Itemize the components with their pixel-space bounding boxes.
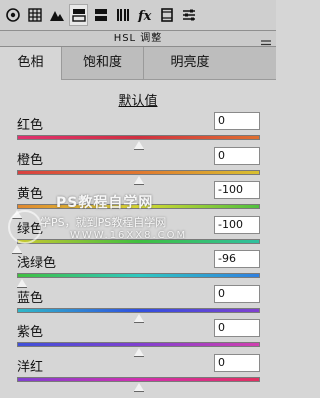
default-label[interactable]: 默认值 (118, 94, 157, 109)
hsl-tabs: 色相 饱和度 明亮度 (0, 47, 276, 80)
slider-label: 洋红 (17, 359, 44, 375)
slider-label: 黄色 (17, 187, 44, 202)
hsl-slider-row: 黄色 -100 (0, 181, 276, 219)
slider-value-field[interactable]: 0 (214, 146, 260, 165)
split-toning-icon[interactable] (91, 4, 110, 26)
panel-title: HSL 调整 (113, 33, 163, 44)
hsl-slider-row: 绿色 -100 (0, 215, 276, 254)
slider-value-field[interactable]: -96 (214, 250, 260, 268)
tab-luminance[interactable]: 明亮度 (144, 47, 236, 79)
slider-value-field[interactable]: -100 (214, 215, 260, 234)
slider-label: 橙色 (17, 152, 44, 168)
panel-header: HSL 调整 (0, 31, 276, 49)
sliders-icon[interactable] (179, 4, 198, 26)
slider-track[interactable] (17, 238, 260, 244)
slider-value-field[interactable]: 0 (214, 112, 260, 130)
slider-thumb[interactable] (133, 382, 144, 392)
default-link[interactable]: 默认值 (0, 90, 276, 109)
grid-icon[interactable] (25, 4, 44, 26)
slider-value-field[interactable]: 0 (214, 319, 260, 337)
tab-saturation[interactable]: 饱和度 (62, 47, 144, 79)
fx-icon[interactable]: fx (135, 4, 154, 26)
hsl-slider-row: 蓝色 0 (0, 284, 276, 323)
slider-track[interactable] (17, 169, 260, 175)
slider-value-field[interactable]: 0 (214, 353, 260, 372)
slider-label: 绿色 (17, 221, 44, 237)
mountains-icon[interactable] (47, 4, 66, 26)
hsl-tab-icon[interactable] (69, 4, 88, 26)
aperture-icon[interactable] (3, 4, 22, 26)
slider-track[interactable] (17, 307, 260, 313)
slider-label: 浅绿色 (17, 256, 57, 271)
slider-value-field[interactable]: 0 (214, 284, 260, 303)
hsl-slider-row: 浅绿色 -96 (0, 250, 276, 288)
tab-hue[interactable]: 色相 (0, 47, 62, 80)
slider-label: 蓝色 (17, 290, 44, 306)
slider-track[interactable] (17, 204, 260, 209)
hsl-slider-row: 洋红 0 (0, 353, 276, 392)
lens-icon[interactable] (113, 4, 132, 26)
slider-track[interactable] (17, 342, 260, 347)
film-icon[interactable] (157, 4, 176, 26)
svg-text:fx: fx (137, 9, 152, 22)
slider-label: 红色 (17, 118, 44, 133)
hsl-slider-row: 橙色 0 (0, 146, 276, 185)
slider-label: 紫色 (17, 325, 44, 340)
slider-track[interactable] (17, 273, 260, 278)
hsl-slider-row: 紫色 0 (0, 319, 276, 357)
slider-track[interactable] (17, 376, 260, 382)
slider-track[interactable] (17, 135, 260, 140)
slider-value-field[interactable]: -100 (214, 181, 260, 199)
panel-toolbar: fx (0, 0, 276, 31)
hsl-slider-row: 红色 0 (0, 112, 276, 150)
